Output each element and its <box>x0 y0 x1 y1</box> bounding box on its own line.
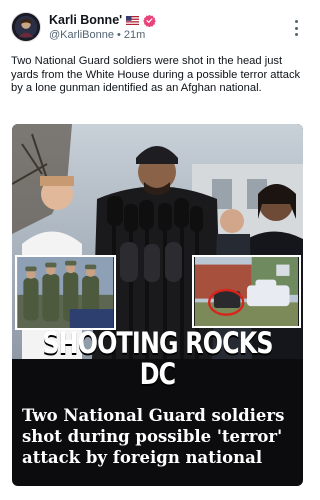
meta-separator: • <box>116 29 121 41</box>
verified-badge-icon <box>143 14 156 27</box>
crime-scene-inset-photo <box>192 255 301 328</box>
author-avatar[interactable] <box>11 12 41 42</box>
soldiers-inset-photo <box>15 255 116 330</box>
post-text: Two National Guard soldiers were shot in… <box>11 55 301 94</box>
media-headline: SHOOTING ROCKS DC <box>42 326 273 391</box>
author-name-row[interactable]: Karli Bonne' <box>49 12 156 28</box>
tweet-card[interactable]: Karli Bonne' @KarliBonne • 21m Two Natio… <box>0 0 315 500</box>
post-time[interactable]: 21m <box>124 29 145 41</box>
author-meta: @KarliBonne • 21m <box>49 29 145 41</box>
author-handle[interactable]: @KarliBonne <box>49 29 114 41</box>
author-name[interactable]: Karli Bonne' <box>49 13 122 27</box>
more-options-icon[interactable] <box>293 20 299 36</box>
us-flag-icon <box>126 15 140 25</box>
media-subheadline: Two National Guard soldiers shot during … <box>22 406 285 467</box>
post-media-image[interactable]: SHOOTING ROCKS DC Two National Guard sol… <box>12 124 303 486</box>
avatar-image <box>12 13 40 41</box>
